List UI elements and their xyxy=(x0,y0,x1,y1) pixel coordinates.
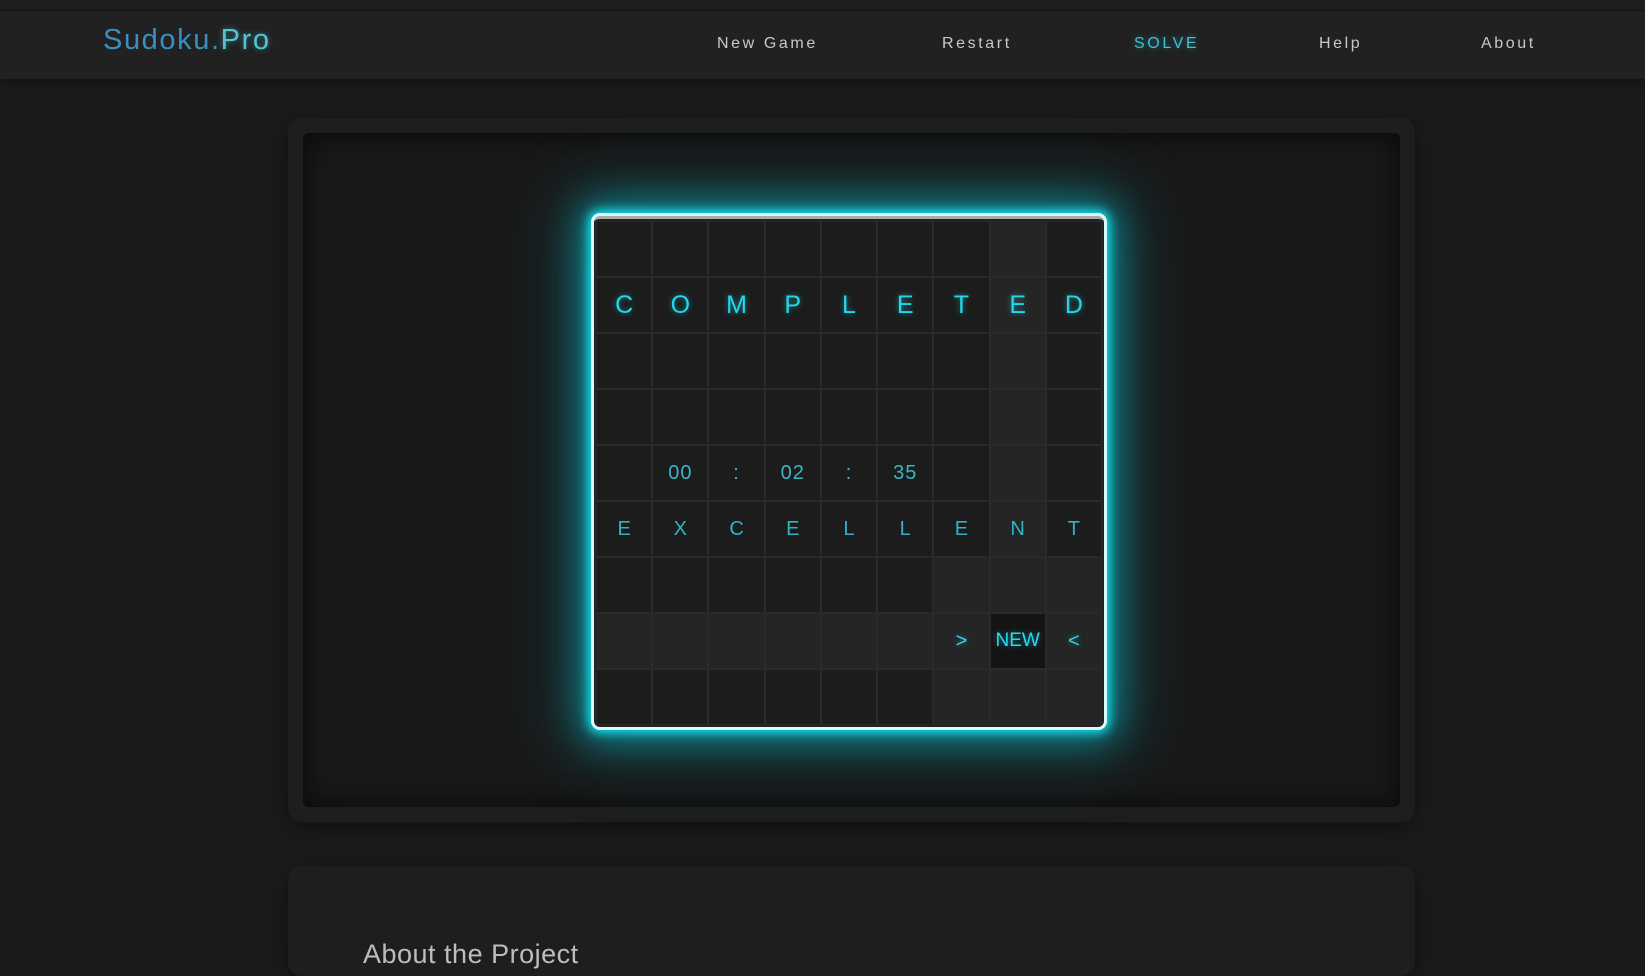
timer-separator: : xyxy=(820,445,878,501)
board-cell[interactable] xyxy=(764,613,821,669)
timer-separator: : xyxy=(708,445,765,501)
timer-minutes: 02 xyxy=(764,445,821,501)
nav-help[interactable]: Help xyxy=(1319,35,1362,53)
about-title: About the Project xyxy=(363,939,579,969)
board-cell[interactable] xyxy=(764,221,821,277)
excellent-letter[interactable]: X xyxy=(652,501,709,557)
excellent-letter[interactable]: C xyxy=(708,501,765,557)
board-cell[interactable] xyxy=(820,557,878,613)
board-cell[interactable] xyxy=(596,221,653,277)
board-cell[interactable] xyxy=(652,557,709,613)
board-cell[interactable] xyxy=(764,389,821,445)
board-cell[interactable] xyxy=(933,557,990,613)
nav-new-game[interactable]: New Game xyxy=(717,35,818,53)
board-cell[interactable] xyxy=(1045,669,1102,725)
completed-letter[interactable]: D xyxy=(1045,277,1102,333)
completed-letter[interactable]: E xyxy=(877,277,934,333)
board-cell[interactable] xyxy=(989,669,1046,725)
board-cell[interactable] xyxy=(596,333,653,389)
excellent-letter[interactable]: E xyxy=(764,501,821,557)
board-cell[interactable] xyxy=(933,389,990,445)
board-cell[interactable] xyxy=(877,613,934,669)
navbar: Sudoku.Pro New Game Restart SOLVE Help A… xyxy=(0,11,1645,79)
nav-about[interactable]: About xyxy=(1481,35,1536,53)
board-cell[interactable] xyxy=(652,333,709,389)
board-cell[interactable] xyxy=(1045,389,1102,445)
board-cell[interactable] xyxy=(596,389,653,445)
next-button[interactable]: > xyxy=(933,613,990,669)
top-strip xyxy=(0,0,1645,11)
board-cell[interactable] xyxy=(877,389,934,445)
board-cell[interactable] xyxy=(764,557,821,613)
board-cell[interactable] xyxy=(820,221,878,277)
board-cell[interactable] xyxy=(596,557,653,613)
board-cell[interactable] xyxy=(708,389,765,445)
board-cell[interactable] xyxy=(1045,557,1102,613)
sudoku-board: C O M P L E T E D 00 : 02 : 35 E X C E L… xyxy=(594,216,1104,727)
excellent-letter[interactable]: E xyxy=(596,501,653,557)
completed-letter[interactable]: T xyxy=(933,277,990,333)
board-cell[interactable] xyxy=(933,445,990,501)
logo-accent: Pro xyxy=(220,24,271,56)
board-cell[interactable] xyxy=(933,221,990,277)
board-cell[interactable] xyxy=(596,613,653,669)
completed-letter[interactable]: O xyxy=(652,277,709,333)
board-cell[interactable] xyxy=(877,557,934,613)
timer-hours: 00 xyxy=(652,445,709,501)
board-cell[interactable] xyxy=(989,333,1046,389)
excellent-letter[interactable]: L xyxy=(820,501,878,557)
board-cell[interactable] xyxy=(1045,445,1102,501)
board-cell[interactable] xyxy=(820,613,878,669)
board-cell[interactable] xyxy=(933,333,990,389)
board-cell[interactable] xyxy=(989,389,1046,445)
completed-letter[interactable]: E xyxy=(989,277,1046,333)
board-cell[interactable] xyxy=(596,445,653,501)
excellent-letter[interactable]: T xyxy=(1045,501,1102,557)
excellent-letter[interactable]: E xyxy=(933,501,990,557)
nav-restart[interactable]: Restart xyxy=(942,35,1012,53)
timer-seconds: 35 xyxy=(877,445,934,501)
board-cell[interactable] xyxy=(708,333,765,389)
board-cell[interactable] xyxy=(1045,333,1102,389)
board-cell[interactable] xyxy=(989,445,1046,501)
completed-letter[interactable]: M xyxy=(708,277,765,333)
board-cell[interactable] xyxy=(1045,221,1102,277)
board-cell[interactable] xyxy=(877,333,934,389)
board-cell[interactable] xyxy=(933,669,990,725)
board-cell[interactable] xyxy=(989,221,1046,277)
board-cell[interactable] xyxy=(708,557,765,613)
board-cell[interactable] xyxy=(820,389,878,445)
board-cell[interactable] xyxy=(764,669,821,725)
board-cell[interactable] xyxy=(820,669,878,725)
board-cell[interactable] xyxy=(652,221,709,277)
board-cell[interactable] xyxy=(652,389,709,445)
excellent-letter[interactable]: L xyxy=(877,501,934,557)
completed-letter[interactable]: C xyxy=(596,277,653,333)
board-cell[interactable] xyxy=(652,669,709,725)
board-cell[interactable] xyxy=(764,333,821,389)
logo[interactable]: Sudoku.Pro xyxy=(103,24,271,57)
board-cell[interactable] xyxy=(596,669,653,725)
new-game-board-button[interactable]: NEW xyxy=(989,613,1046,669)
board-cell[interactable] xyxy=(820,333,878,389)
board-cell[interactable] xyxy=(652,613,709,669)
completed-letter[interactable]: L xyxy=(820,277,878,333)
board-cell[interactable] xyxy=(708,613,765,669)
logo-main: Sudoku. xyxy=(103,24,221,56)
about-panel: About the Project xyxy=(288,866,1415,976)
prev-button[interactable]: < xyxy=(1045,613,1102,669)
board-cell[interactable] xyxy=(877,221,934,277)
board-cell[interactable] xyxy=(708,221,765,277)
board-cell[interactable] xyxy=(708,669,765,725)
board-cell[interactable] xyxy=(877,669,934,725)
completed-letter[interactable]: P xyxy=(764,277,821,333)
excellent-letter[interactable]: N xyxy=(989,501,1046,557)
nav-solve[interactable]: SOLVE xyxy=(1134,35,1199,53)
board-cell[interactable] xyxy=(989,557,1046,613)
